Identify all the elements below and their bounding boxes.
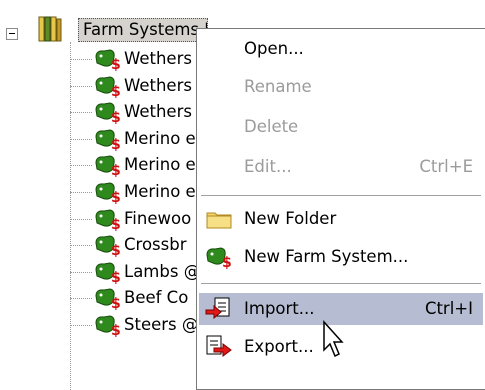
tree-item-label: Lambs @ (124, 261, 201, 281)
menu-item-new-folder[interactable]: New Folder (199, 203, 483, 235)
menu-item-edit[interactable]: Edit... Ctrl+E (199, 151, 483, 183)
tree-item-label: Wethers (124, 102, 192, 122)
tree-guide-line (70, 112, 92, 114)
tree-item-label: Merino e (124, 182, 196, 201)
menu-separator (201, 195, 481, 196)
farm-system-icon: $ (95, 49, 121, 71)
import-icon (205, 297, 230, 320)
farm-system-icon: $ (95, 155, 121, 177)
tree-item-label: Beef Co (124, 288, 189, 308)
tree-guide-line (70, 192, 92, 193)
tree-item-label: Crossbr (124, 235, 187, 255)
svg-text:$: $ (111, 243, 121, 257)
tree-guide-line (70, 138, 92, 140)
svg-text:$: $ (111, 190, 121, 204)
folder-icon (206, 212, 232, 229)
tree-guide-line (70, 245, 92, 247)
tree-guide-line (70, 298, 92, 300)
svg-text:$: $ (111, 57, 121, 71)
tree-item-label: Wethers (124, 49, 192, 68)
svg-text:$: $ (111, 84, 121, 98)
tree-guide-line (70, 85, 92, 87)
svg-text:$: $ (111, 296, 121, 310)
svg-text:$: $ (111, 270, 121, 284)
export-icon (206, 335, 232, 357)
svg-text:$: $ (111, 163, 121, 177)
menu-item-rename[interactable]: Rename (199, 71, 483, 103)
farm-system-icon: $ (206, 247, 232, 269)
farm-system-icon: $ (95, 288, 121, 310)
tree-guide-line (70, 325, 92, 326)
farm-system-icon: $ (95, 76, 121, 98)
menu-item-delete[interactable]: Delete (199, 111, 483, 143)
svg-text:$: $ (111, 110, 121, 124)
farm-system-icon: $ (95, 262, 121, 284)
tree-item-label: Wethers (124, 75, 192, 95)
mouse-pointer-icon (323, 320, 344, 358)
library-icon (38, 16, 62, 42)
farm-system-icon: $ (95, 129, 121, 151)
farm-system-icon: $ (95, 182, 121, 204)
tree-item-label: Merino e (124, 155, 196, 175)
farm-system-icon: $ (95, 102, 121, 124)
svg-text:$: $ (111, 137, 121, 151)
collapse-toggle[interactable] (6, 28, 18, 40)
farm-system-icon: $ (95, 209, 121, 231)
tree-guide-line (70, 218, 92, 220)
tree-guide-line (70, 271, 92, 273)
tree-guide-line (70, 59, 92, 60)
svg-text:$: $ (111, 323, 121, 337)
tree-item-label: Merino e (124, 128, 196, 148)
svg-text:$: $ (111, 217, 121, 231)
svg-text:$: $ (222, 255, 232, 269)
farm-system-icon: $ (95, 235, 121, 257)
menu-separator (201, 283, 481, 284)
tree-item-label: Finewoo (124, 208, 192, 228)
menu-item-new-farm-system[interactable]: $ New Farm System... (199, 241, 483, 273)
menu-item-open[interactable]: Open... (199, 33, 483, 65)
tree-guide-line (70, 165, 92, 167)
farm-system-icon: $ (95, 315, 121, 337)
tree-root-label[interactable]: Farm Systems Library (78, 18, 208, 42)
